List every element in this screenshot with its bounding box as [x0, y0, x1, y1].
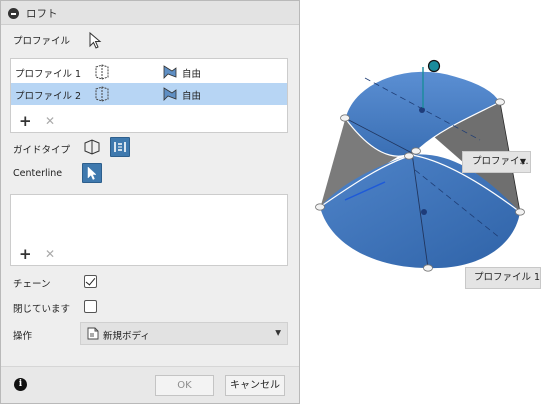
- dialog-footer: i OK キャンセル: [1, 366, 299, 403]
- info-icon[interactable]: i: [14, 378, 27, 391]
- rails-icon: [84, 139, 100, 155]
- manipulator-handle[interactable]: [427, 59, 441, 73]
- select-profile-button[interactable]: [85, 30, 105, 50]
- chain-label: チェーン: [13, 279, 51, 290]
- free-condition-icon[interactable]: [162, 64, 180, 83]
- add-icon[interactable]: +: [19, 113, 32, 129]
- centerline-label: Centerline: [13, 168, 63, 179]
- collapse-icon[interactable]: [8, 8, 19, 19]
- new-body-icon: [85, 326, 100, 344]
- profiles-label: プロファイル: [13, 36, 71, 47]
- cancel-button[interactable]: キャンセル: [225, 375, 285, 396]
- tangent-weight-icon[interactable]: [93, 86, 111, 105]
- profile-condition: 自由: [182, 91, 202, 102]
- profiles-list: プロファイル 1 自由 プロファイル 2 自由 + ✕: [10, 58, 288, 133]
- loft-dialog: ロフト プロファイル プロファイル 1 自由 プロファイル 2 自由 + ✕ ガ…: [0, 0, 300, 404]
- cursor-icon: [87, 166, 97, 180]
- centerline-guide-button[interactable]: [110, 137, 130, 157]
- cursor-icon: [89, 31, 102, 49]
- profile-condition: 自由: [182, 69, 202, 80]
- centerline-list: + ✕: [10, 194, 288, 266]
- profile-name: プロファイル 2: [15, 91, 82, 102]
- profile-name: プロファイル 1: [15, 69, 82, 80]
- centerline-icon: [114, 142, 126, 152]
- tangent-weight-icon[interactable]: [93, 64, 111, 83]
- list-item[interactable]: プロファイル 2 自由: [11, 83, 287, 105]
- guide-type-label: ガイドタイプ: [13, 145, 71, 156]
- remove-icon[interactable]: ✕: [45, 114, 55, 128]
- select-centerline-button[interactable]: [82, 163, 102, 183]
- dialog-title: ロフト: [26, 8, 58, 20]
- chevron-down-icon: ▼: [519, 157, 526, 166]
- dialog-titlebar[interactable]: ロフト: [1, 1, 299, 25]
- operation-value: 新規ボディ: [103, 331, 150, 342]
- closed-label: 閉じています: [13, 304, 71, 315]
- add-icon[interactable]: +: [19, 246, 32, 262]
- operation-label: 操作: [13, 331, 33, 342]
- ok-button[interactable]: OK: [155, 375, 214, 396]
- list-item[interactable]: プロファイル 1 自由: [11, 61, 287, 83]
- chevron-down-icon: ▼: [275, 328, 281, 337]
- operation-select[interactable]: 新規ボディ ▼: [80, 322, 288, 345]
- closed-checkbox[interactable]: [84, 300, 97, 313]
- free-condition-icon[interactable]: [162, 86, 180, 105]
- chain-checkbox[interactable]: [84, 275, 97, 288]
- remove-icon[interactable]: ✕: [45, 247, 55, 261]
- profile-2-tag[interactable]: プロファイ... ▼: [462, 151, 531, 173]
- rails-guide-button[interactable]: [82, 137, 102, 157]
- profile-1-tag[interactable]: プロファイル 1: [465, 267, 541, 289]
